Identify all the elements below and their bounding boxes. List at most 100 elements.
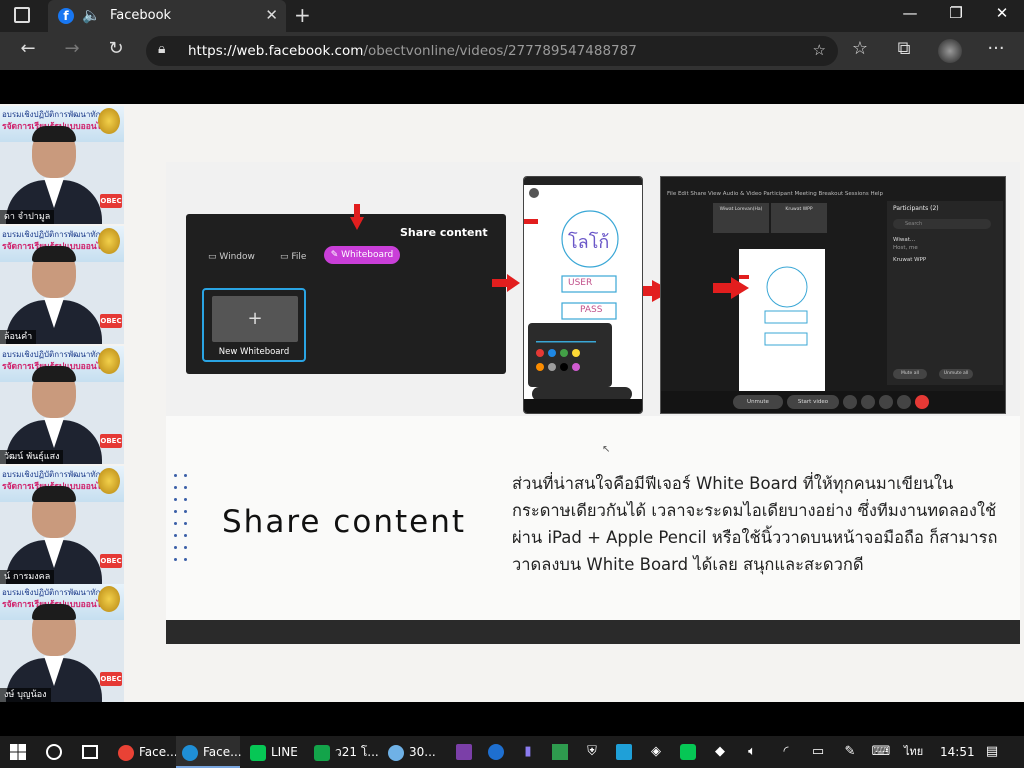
file-option: ▭ File — [280, 252, 307, 262]
handwriting-logo: โลโก้ — [568, 232, 610, 253]
handwriting-user: USER — [568, 278, 593, 288]
clock-time[interactable]: 14:51 — [940, 736, 975, 768]
seal-icon — [98, 586, 120, 612]
window-option: ▭ Window — [208, 252, 255, 262]
obec-badge: OBEC — [100, 672, 122, 686]
excel-icon[interactable] — [552, 744, 568, 760]
seal-icon — [98, 228, 120, 254]
video-letterbox-bottom — [0, 702, 1024, 736]
profile-avatar[interactable] — [938, 39, 962, 63]
slide-title: Share content — [222, 504, 466, 540]
volume-icon[interactable]: 🔈︎ — [744, 744, 760, 760]
webex-screenshot: File Edit Share View Audio & Video Parti… — [660, 176, 1006, 414]
back-icon[interactable]: ← — [14, 38, 42, 59]
plus-icon: + — [212, 296, 298, 342]
keyboard-icon[interactable]: ⌨ — [870, 744, 892, 760]
obec-badge: OBEC — [100, 314, 122, 328]
webex-tile: Wiwat Lorevan(Ha) — [713, 203, 769, 233]
phone-whiteboard-screenshot: โลโก้ USER PASS — [523, 176, 643, 414]
facebook-icon: f — [58, 8, 74, 24]
audio-levels-icon[interactable]: ▮ — [520, 744, 536, 760]
unmute-all-button: Unmute all — [939, 369, 973, 379]
video-player[interactable]: อบรมเชิงปฏิบัติการพัฒนาทักษะรจัดการเรียน… — [0, 104, 1024, 702]
participant-name: ดา จำปามูล — [0, 210, 55, 224]
slide-body-text: ส่วนที่น่าสนใจคือมีฟีเจอร์ White Board ท… — [512, 474, 998, 574]
forward-icon[interactable]: → — [58, 38, 86, 59]
add-favorite-icon[interactable]: ☆ — [813, 41, 826, 59]
participants-search: Search — [893, 219, 991, 229]
taskbar-app-line-group[interactable]: ว21 โ... — [308, 736, 379, 768]
end-call-icon — [915, 395, 929, 409]
wifi-icon[interactable]: ◜ — [778, 744, 794, 760]
participant-tile: อบรมเชิงปฏิบัติการพัฒนาทักษะรจัดการเรียน… — [0, 466, 124, 584]
url-text[interactable]: https://web.facebook.com/obectvonline/vi… — [188, 43, 637, 59]
taskbar-app-facebook-chrome[interactable]: Face... — [112, 736, 178, 768]
speaker-icon[interactable]: 🔈 — [82, 6, 101, 24]
presentation-slide: Share content ▭ Window ▭ File ✎ Whiteboa… — [166, 162, 1020, 644]
tab-facebook[interactable]: f 🔈 Facebook ✕ — [48, 0, 286, 32]
pen-icon[interactable]: ✎ — [842, 744, 858, 760]
notifications-icon[interactable]: ▤ — [984, 744, 1000, 760]
favorites-icon[interactable]: ☆ — [846, 38, 874, 59]
onedrive-icon[interactable] — [488, 744, 504, 760]
search-icon[interactable] — [46, 744, 62, 760]
lock-icon[interactable]: 🔒︎ — [158, 41, 165, 57]
participant-tile: อบรมเชิงปฏิบัติการพัฒนาทักษะรจัดการเรียน… — [0, 346, 124, 464]
participant-tile: อบรมเชิงปฏิบัติการพัฒนาทักษะรจัดการเรียน… — [0, 106, 124, 224]
taskbar-app-weather[interactable]: 30... — [382, 736, 444, 768]
participant-tile: อบรมเชิงปฏิบัติการพัฒนาทักษะรจัดการเรียน… — [0, 226, 124, 344]
obec-badge: OBEC — [100, 194, 122, 208]
participant-row: Kruwat WPP — [893, 257, 927, 263]
slide-footer-bar — [166, 620, 1020, 644]
app-icon[interactable] — [616, 744, 632, 760]
participant-row: Wiwat... — [893, 237, 916, 243]
screenshot-area: Share content ▭ Window ▭ File ✎ Whiteboa… — [166, 162, 1020, 416]
participant-name: วัฒน์ พันธุ์แสง — [0, 450, 64, 464]
settings-menu-icon[interactable]: ··· — [982, 38, 1010, 59]
language-indicator[interactable]: ไทย — [904, 736, 923, 768]
tab-actions-icon[interactable] — [14, 7, 30, 23]
color-palette — [528, 323, 612, 387]
whiteboard-option: ✎ Whiteboard — [324, 246, 400, 264]
close-window-icon[interactable]: ✕ — [982, 4, 1022, 22]
tab-close-icon[interactable]: ✕ — [265, 6, 278, 24]
battery-icon[interactable]: ▭ — [810, 744, 826, 760]
reload-icon[interactable]: ↻ — [102, 38, 130, 59]
onenote-icon[interactable] — [456, 744, 472, 760]
line-tray-icon[interactable] — [680, 744, 696, 760]
windows-taskbar: Face... Face... LINE ว21 โ... 30... ▮ ⛨ … — [0, 736, 1024, 768]
security-icon[interactable]: ⛨ — [584, 744, 600, 760]
obec-badge: OBEC — [100, 554, 122, 568]
seal-icon — [98, 348, 120, 374]
package-icon[interactable]: ◈ — [648, 744, 664, 760]
webex-whiteboard — [739, 249, 825, 403]
windows-start-icon[interactable] — [10, 744, 26, 760]
participant-name: ล้อนคำ — [0, 330, 37, 344]
participants-header: Participants (2) — [893, 205, 939, 212]
new-whiteboard-card: + New Whiteboard — [202, 288, 306, 362]
mute-all-button: Mute all — [893, 369, 927, 379]
new-tab-icon[interactable]: + — [294, 3, 311, 27]
taskbar-app-facebook-edge[interactable]: Face... — [176, 736, 242, 768]
diamond-icon[interactable]: ◆ — [712, 744, 728, 760]
share-content-header: Share content — [400, 226, 488, 239]
collections-icon[interactable]: ⧉ — [890, 38, 918, 59]
video-letterbox-top — [0, 70, 1024, 104]
minimize-icon[interactable]: — — [890, 4, 930, 22]
obec-badge: OBEC — [100, 434, 122, 448]
handwriting-pass: PASS — [580, 305, 603, 315]
participant-tile: อบรมเชิงปฏิบัติการพัฒนาทักษะรจัดการเรียน… — [0, 584, 124, 702]
cursor-icon: ↖ — [602, 444, 611, 455]
webex-participants-panel: Participants (2) Search Wiwat... Host, m… — [887, 201, 1003, 385]
start-video-button: Start video — [787, 395, 839, 409]
participant-role: Host, me — [893, 245, 918, 251]
task-view-icon[interactable] — [82, 745, 98, 759]
address-bar[interactable]: 🔒︎ https://web.facebook.com/obectvonline… — [146, 36, 838, 66]
maximize-icon[interactable]: ❐ — [936, 4, 976, 22]
taskbar-app-line[interactable]: LINE — [244, 736, 304, 768]
seal-icon — [98, 468, 120, 494]
new-whiteboard-label: New Whiteboard — [218, 347, 290, 357]
participant-name: งษ์ บุญน้อง — [0, 688, 51, 702]
participant-strip: อบรมเชิงปฏิบัติการพัฒนาทักษะรจัดการเรียน… — [0, 104, 124, 702]
participant-name: น์ การมงคล — [0, 570, 55, 584]
